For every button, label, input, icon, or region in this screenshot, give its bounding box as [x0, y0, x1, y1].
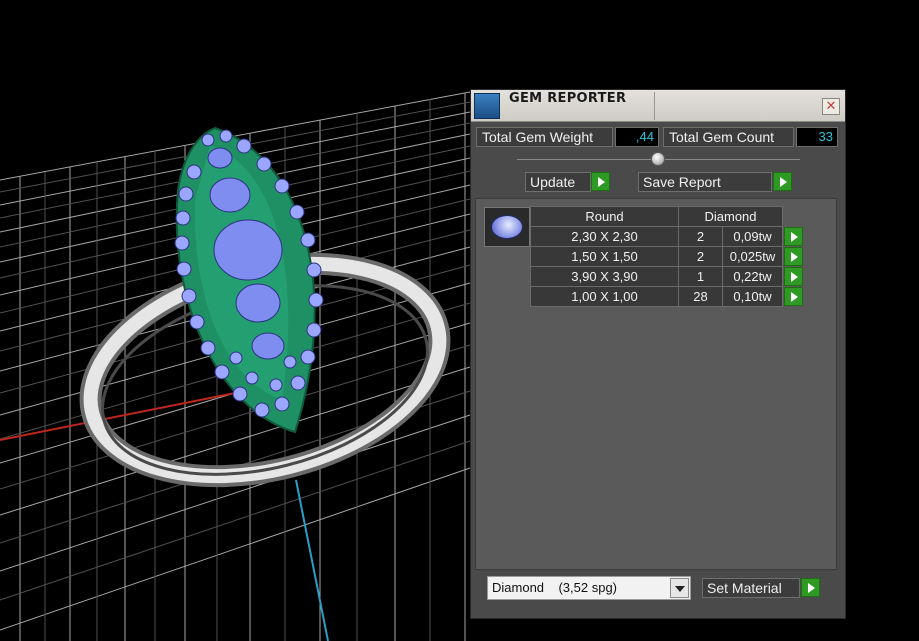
title-bar[interactable]: GEM REPORTER ✕ — [471, 90, 845, 122]
gem-count: 1 — [678, 266, 723, 287]
gem-count: 28 — [678, 286, 723, 307]
gem-size: 2,30 X 2,30 — [530, 226, 679, 247]
set-material-play-arrow-icon[interactable] — [801, 578, 820, 597]
gem-size: 1,00 X 1,00 — [530, 286, 679, 307]
gem-table: Round Diamond 2,30 X 2,30 2 0,09tw 1,50 … — [530, 206, 805, 307]
table-row: 3,90 X 3,90 1 0,22tw — [530, 266, 805, 287]
total-gem-count-value: 33 — [796, 127, 838, 147]
total-gem-weight-label: Total Gem Weight — [476, 127, 613, 147]
gem-size: 3,90 X 3,90 — [530, 266, 679, 287]
gem-weight: 0,22tw — [722, 266, 783, 287]
gem-reporter-icon — [474, 93, 500, 119]
update-play-arrow-icon[interactable] — [591, 172, 610, 191]
play-arrow-icon[interactable] — [784, 286, 803, 306]
save-report-button[interactable]: Save Report — [638, 172, 772, 192]
row-action-cell — [783, 246, 805, 267]
gem-thumbnail[interactable] — [484, 207, 530, 247]
row-action-cell — [783, 226, 805, 247]
gem-reporter-panel: GEM REPORTER ✕ Total Gem Weight ,44 Tota… — [470, 89, 846, 619]
total-gem-count-label: Total Gem Count — [663, 127, 794, 147]
table-row: 1,50 X 1,50 2 0,025tw — [530, 246, 805, 267]
shape-header: Round — [530, 206, 679, 227]
gem-size: 1,50 X 1,50 — [530, 246, 679, 267]
material-dropdown[interactable]: Diamond (3,52 spg) — [487, 576, 691, 600]
row-action-cell — [783, 286, 805, 307]
play-arrow-icon[interactable] — [784, 266, 803, 286]
save-report-play-arrow-icon[interactable] — [773, 172, 792, 191]
play-arrow-icon[interactable] — [784, 226, 803, 246]
title-separator — [654, 92, 655, 120]
total-gem-weight-value: ,44 — [615, 127, 659, 147]
slider-thumb[interactable] — [651, 152, 665, 166]
window-title: GEM REPORTER — [509, 91, 627, 106]
round-diamond-icon — [491, 215, 523, 239]
table-row: 2,30 X 2,30 2 0,09tw — [530, 226, 805, 247]
update-button[interactable]: Update — [525, 172, 591, 192]
material-header: Diamond — [678, 206, 783, 227]
gem-report-area: Round Diamond 2,30 X 2,30 2 0,09tw 1,50 … — [475, 198, 837, 570]
gem-count: 2 — [678, 226, 723, 247]
table-row: 1,00 X 1,00 28 0,10tw — [530, 286, 805, 307]
material-dropdown-value: Diamond (3,52 spg) — [492, 580, 618, 595]
header-spacer — [783, 207, 805, 227]
set-material-button[interactable]: Set Material — [702, 578, 800, 598]
gem-weight: 0,09tw — [722, 226, 783, 247]
gem-weight: 0,025tw — [722, 246, 783, 267]
gem-count: 2 — [678, 246, 723, 267]
chevron-down-icon[interactable] — [670, 578, 689, 598]
close-icon[interactable]: ✕ — [822, 98, 840, 115]
gem-weight: 0,10tw — [722, 286, 783, 307]
row-action-cell — [783, 266, 805, 287]
play-arrow-icon[interactable] — [784, 246, 803, 266]
